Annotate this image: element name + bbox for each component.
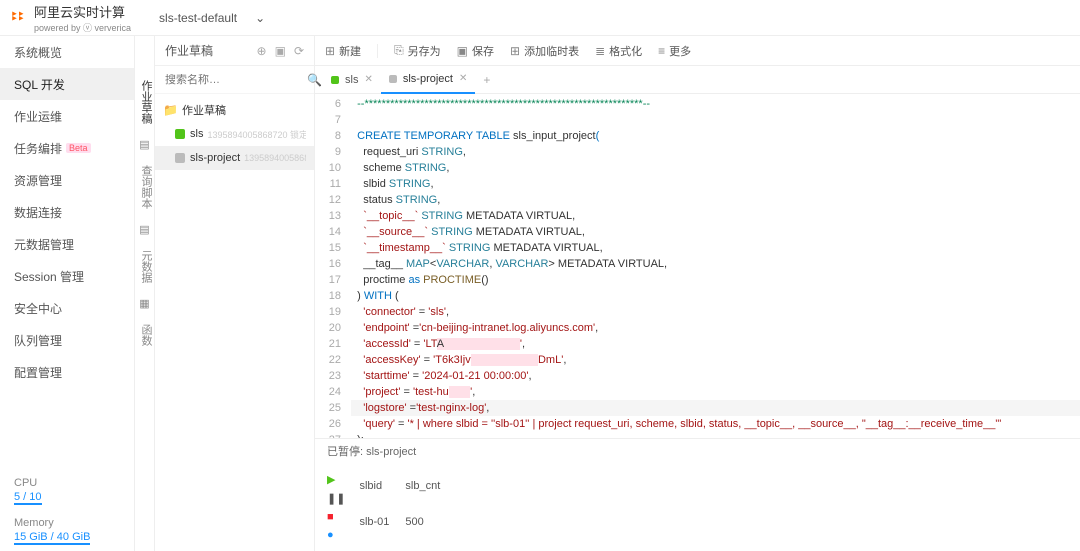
table-icon: ⊞ — [510, 44, 520, 58]
file-icon — [175, 153, 185, 163]
workspace-selector[interactable]: sls-test-default ⌄ — [159, 11, 265, 25]
memory-stat: Memory15 GiB / 40 GiB — [0, 511, 134, 551]
new-tab-button[interactable]: + — [475, 73, 498, 87]
sidebar-item[interactable]: Session 管理 — [0, 260, 134, 292]
sidebar-item[interactable]: 系统概览 — [0, 36, 134, 68]
file-icon — [175, 129, 185, 139]
close-icon[interactable]: ✕ — [459, 73, 467, 84]
sidebar-item[interactable]: 安全中心 — [0, 292, 134, 324]
divider-icon: ▤ — [135, 132, 154, 157]
rail-metadata[interactable]: 元数据 — [135, 242, 157, 291]
close-icon[interactable]: ✕ — [364, 74, 372, 85]
workspace-name: sls-test-default — [159, 11, 237, 25]
saveas-icon: ⎘ — [394, 43, 404, 58]
toolbar: ⊞新建 ⎘另存为 ▣保存 ⊞添加临时表 ≣格式化 ≡更多 — [315, 36, 1080, 66]
run-status: 已暂停: sls-project — [315, 439, 1080, 463]
brand: 阿里云实时计算powered by ⓥ ververica — [10, 2, 131, 34]
divider-icon: ▦ — [135, 291, 154, 316]
plus-icon: ⊞ — [325, 44, 335, 58]
rail-scripts[interactable]: 查询脚本 — [135, 157, 157, 217]
sidebar-item[interactable]: 配置管理 — [0, 356, 134, 388]
locate-icon[interactable]: ⊕ — [257, 44, 267, 58]
tree-file[interactable]: sls-project1395894005868720 — [155, 146, 314, 170]
file-tree: 作业草稿 ⊕ ▣ ⟳ 🔍 📁作业草稿 sls1395894005868720 锁… — [155, 36, 315, 551]
tab[interactable]: sls✕ — [323, 66, 381, 94]
save-icon: ▣ — [457, 44, 468, 58]
format-icon: ≣ — [595, 44, 605, 58]
save-button[interactable]: ▣保存 — [457, 43, 494, 59]
tab[interactable]: sls-project✕ — [381, 66, 476, 94]
folder-icon: 📁 — [163, 103, 178, 117]
sidebar: 系统概览SQL 开发作业运维任务编排Beta资源管理数据连接元数据管理Sessi… — [0, 36, 135, 551]
search-input[interactable] — [165, 74, 307, 86]
refresh-icon[interactable]: ⟳ — [294, 44, 304, 58]
chevron-down-icon: ⌄ — [255, 11, 265, 25]
temp-table-button[interactable]: ⊞添加临时表 — [510, 43, 579, 59]
info-icon[interactable]: ● — [327, 529, 345, 541]
tab-bar: sls✕sls-project✕+ — [315, 66, 1080, 94]
stop-icon[interactable]: ■ — [327, 511, 345, 523]
tree-file[interactable]: sls1395894005868720 锁定于 0 — [155, 122, 314, 146]
vertical-rail: 作业草稿 ▤ 查询脚本 ▤ 元数据 ▦ 函数 — [135, 36, 155, 551]
saveas-button[interactable]: ⎘另存为 — [394, 43, 441, 59]
result-table: slbidslb_cnt slb-01500 — [357, 467, 456, 541]
menu-icon: ≡ — [658, 44, 665, 58]
brand-title: 阿里云实时计算 — [34, 2, 131, 21]
rail-functions[interactable]: 函数 — [135, 316, 157, 354]
format-button[interactable]: ≣格式化 — [595, 43, 642, 59]
new-button[interactable]: ⊞新建 — [325, 43, 361, 59]
tree-folder[interactable]: 📁作业草稿 — [155, 98, 314, 122]
flink-icon — [10, 7, 28, 28]
sidebar-item[interactable]: 资源管理 — [0, 164, 134, 196]
table-row: slb-01500 — [359, 505, 454, 539]
play-icon[interactable]: ▶ — [327, 473, 345, 486]
pause-icon[interactable]: ❚❚ — [327, 492, 345, 505]
new-folder-icon[interactable]: ▣ — [275, 44, 286, 58]
sidebar-item[interactable]: 数据连接 — [0, 196, 134, 228]
brand-sub: powered by ⓥ ververica — [34, 21, 131, 34]
status-dot-icon — [389, 75, 397, 83]
divider-icon: ▤ — [135, 217, 154, 242]
cpu-stat: CPU5 / 10 — [0, 471, 134, 511]
status-dot-icon — [331, 76, 339, 84]
code-editor[interactable]: 6789101112131415161718192021222324252627… — [315, 94, 1080, 438]
sidebar-item[interactable]: 作业运维 — [0, 100, 134, 132]
rail-drafts[interactable]: 作业草稿 — [135, 72, 157, 132]
tree-title: 作业草稿 — [165, 42, 249, 59]
sidebar-item[interactable]: SQL 开发 — [0, 68, 134, 100]
more-button[interactable]: ≡更多 — [658, 43, 691, 59]
sidebar-item[interactable]: 元数据管理 — [0, 228, 134, 260]
sidebar-item[interactable]: 任务编排Beta — [0, 132, 134, 164]
sidebar-item[interactable]: 队列管理 — [0, 324, 134, 356]
